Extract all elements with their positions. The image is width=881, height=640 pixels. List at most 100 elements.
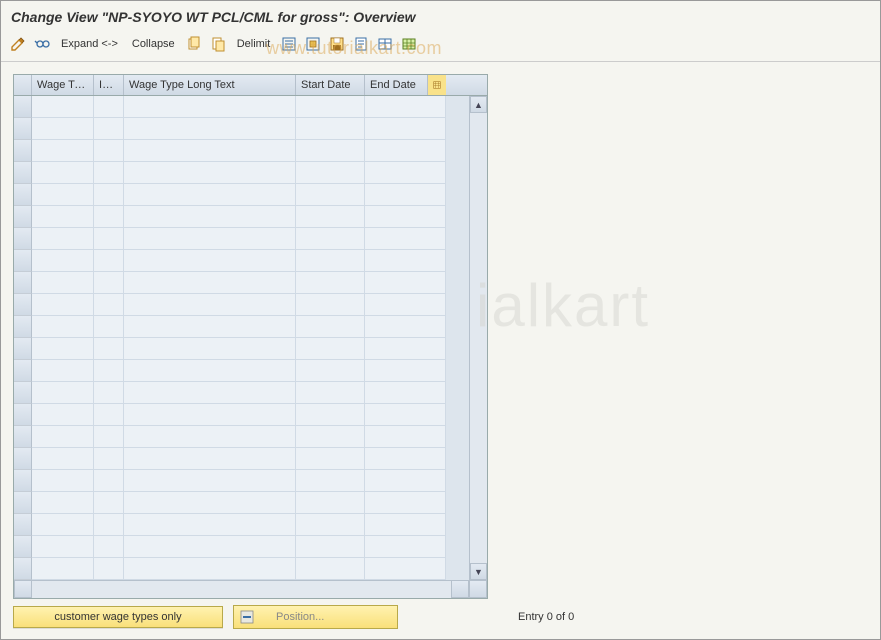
cell-inf[interactable]: [94, 382, 124, 404]
cell-long-text[interactable]: [124, 426, 296, 448]
cell-long-text[interactable]: [124, 140, 296, 162]
row-selector[interactable]: [14, 294, 32, 316]
cell-end-date[interactable]: [365, 470, 446, 492]
scroll-up-icon[interactable]: ▲: [470, 96, 487, 113]
cell-inf[interactable]: [94, 404, 124, 426]
hscroll-left[interactable]: [14, 580, 32, 598]
cell-wage-type[interactable]: [32, 316, 94, 338]
cell-long-text[interactable]: [124, 228, 296, 250]
cell-start-date[interactable]: [296, 514, 365, 536]
cell-start-date[interactable]: [296, 250, 365, 272]
cell-inf[interactable]: [94, 118, 124, 140]
cell-wage-type[interactable]: [32, 536, 94, 558]
row-selector[interactable]: [14, 448, 32, 470]
table-row[interactable]: [14, 272, 469, 294]
table-row[interactable]: [14, 338, 469, 360]
cell-start-date[interactable]: [296, 426, 365, 448]
cell-wage-type[interactable]: [32, 404, 94, 426]
cell-start-date[interactable]: [296, 338, 365, 360]
row-selector[interactable]: [14, 404, 32, 426]
cell-long-text[interactable]: [124, 558, 296, 580]
row-selector[interactable]: [14, 118, 32, 140]
cell-inf[interactable]: [94, 426, 124, 448]
save-icon[interactable]: [328, 35, 346, 53]
deselect-all-icon[interactable]: [304, 35, 322, 53]
cell-long-text[interactable]: [124, 184, 296, 206]
cell-end-date[interactable]: [365, 316, 446, 338]
cell-wage-type[interactable]: [32, 162, 94, 184]
cell-long-text[interactable]: [124, 338, 296, 360]
cell-wage-type[interactable]: [32, 470, 94, 492]
table-icon[interactable]: [376, 35, 394, 53]
cell-start-date[interactable]: [296, 558, 365, 580]
cell-wage-type[interactable]: [32, 118, 94, 140]
cell-inf[interactable]: [94, 448, 124, 470]
cell-long-text[interactable]: [124, 448, 296, 470]
table-row[interactable]: [14, 404, 469, 426]
collapse-button[interactable]: Collapse: [128, 36, 179, 52]
table-row[interactable]: [14, 558, 469, 580]
row-selector[interactable]: [14, 382, 32, 404]
row-selector[interactable]: [14, 162, 32, 184]
cell-inf[interactable]: [94, 536, 124, 558]
row-selector[interactable]: [14, 316, 32, 338]
table-row[interactable]: [14, 492, 469, 514]
vertical-scrollbar[interactable]: ▲ ▼: [469, 96, 487, 580]
cell-long-text[interactable]: [124, 514, 296, 536]
scroll-down-icon[interactable]: ▼: [470, 563, 487, 580]
cell-start-date[interactable]: [296, 206, 365, 228]
table-row[interactable]: [14, 316, 469, 338]
display-icon[interactable]: [33, 35, 51, 53]
row-selector[interactable]: [14, 96, 32, 118]
cell-inf[interactable]: [94, 96, 124, 118]
doc-icon[interactable]: [352, 35, 370, 53]
cell-start-date[interactable]: [296, 404, 365, 426]
cell-end-date[interactable]: [365, 558, 446, 580]
cell-wage-type[interactable]: [32, 426, 94, 448]
row-selector[interactable]: [14, 184, 32, 206]
table-row[interactable]: [14, 118, 469, 140]
row-selector[interactable]: [14, 492, 32, 514]
cell-wage-type[interactable]: [32, 206, 94, 228]
cell-end-date[interactable]: [365, 294, 446, 316]
cell-end-date[interactable]: [365, 118, 446, 140]
cell-long-text[interactable]: [124, 250, 296, 272]
col-header-inf[interactable]: Inf...: [94, 75, 124, 95]
cell-inf[interactable]: [94, 558, 124, 580]
cell-start-date[interactable]: [296, 162, 365, 184]
cell-end-date[interactable]: [365, 162, 446, 184]
cell-long-text[interactable]: [124, 294, 296, 316]
cell-inf[interactable]: [94, 272, 124, 294]
table-row[interactable]: [14, 426, 469, 448]
table-row[interactable]: [14, 470, 469, 492]
cell-long-text[interactable]: [124, 316, 296, 338]
cell-start-date[interactable]: [296, 118, 365, 140]
cell-end-date[interactable]: [365, 140, 446, 162]
cell-end-date[interactable]: [365, 404, 446, 426]
select-all-icon[interactable]: [280, 35, 298, 53]
table-config-icon[interactable]: [428, 75, 446, 95]
cell-start-date[interactable]: [296, 184, 365, 206]
cell-inf[interactable]: [94, 228, 124, 250]
cell-wage-type[interactable]: [32, 360, 94, 382]
cell-start-date[interactable]: [296, 382, 365, 404]
row-selector[interactable]: [14, 338, 32, 360]
cell-end-date[interactable]: [365, 360, 446, 382]
cell-inf[interactable]: [94, 184, 124, 206]
table-row[interactable]: [14, 514, 469, 536]
cell-long-text[interactable]: [124, 206, 296, 228]
cell-start-date[interactable]: [296, 272, 365, 294]
cell-end-date[interactable]: [365, 492, 446, 514]
row-selector[interactable]: [14, 426, 32, 448]
cell-long-text[interactable]: [124, 162, 296, 184]
cell-inf[interactable]: [94, 162, 124, 184]
hscroll-right[interactable]: [451, 580, 469, 598]
cell-long-text[interactable]: [124, 536, 296, 558]
cell-start-date[interactable]: [296, 228, 365, 250]
row-selector[interactable]: [14, 514, 32, 536]
cell-end-date[interactable]: [365, 448, 446, 470]
row-selector[interactable]: [14, 360, 32, 382]
col-header-start-date[interactable]: Start Date: [296, 75, 365, 95]
cell-wage-type[interactable]: [32, 140, 94, 162]
cell-end-date[interactable]: [365, 228, 446, 250]
